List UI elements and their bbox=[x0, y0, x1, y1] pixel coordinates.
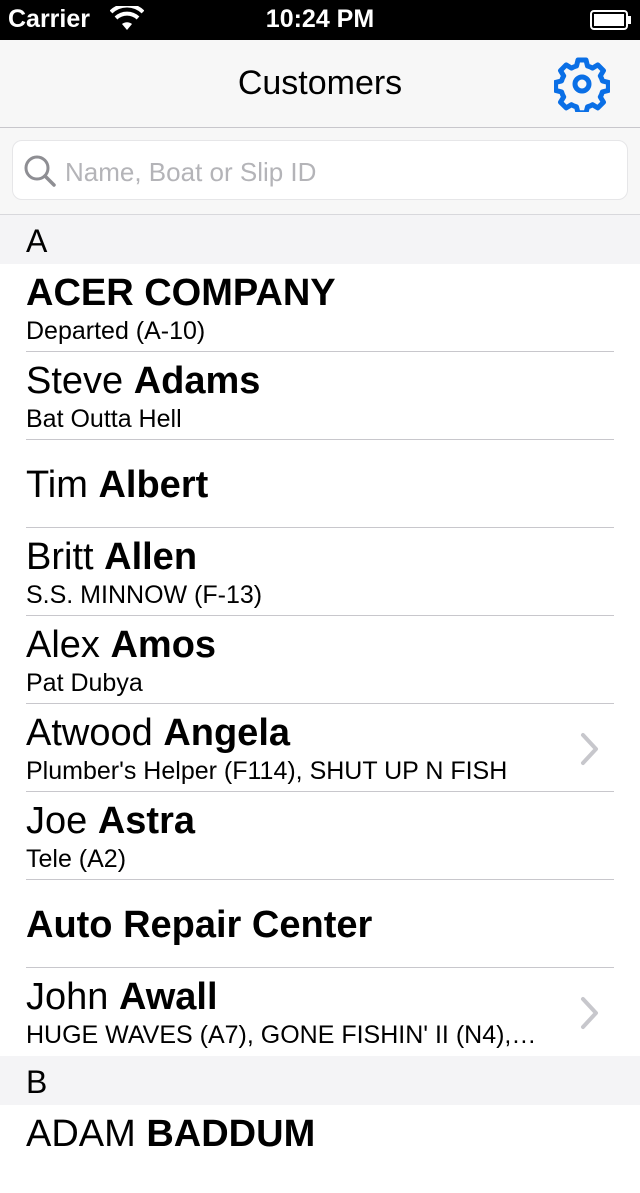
search-input[interactable] bbox=[63, 151, 607, 193]
search-bar bbox=[0, 128, 640, 215]
gear-icon bbox=[553, 57, 611, 116]
section-header: A bbox=[0, 215, 640, 264]
list-item[interactable]: ADAM BADDUM bbox=[0, 1105, 640, 1193]
list-item[interactable]: John Awall HUGE WAVES (A7), GONE FISHIN'… bbox=[0, 968, 640, 1056]
chevron-right-icon bbox=[580, 996, 600, 1035]
customer-last-name: Amos bbox=[110, 624, 217, 666]
customer-detail: S.S. MINNOW (F-13) bbox=[26, 581, 263, 609]
customer-last-name: Allen bbox=[104, 536, 198, 578]
page-title: Customers bbox=[237, 64, 403, 102]
status-time: 10:24 PM bbox=[265, 5, 375, 33]
battery-icon bbox=[590, 10, 632, 35]
customer-detail: Plumber's Helper (F114), SHUT UP N FISH bbox=[26, 757, 508, 785]
customer-detail: Departed (A-10) bbox=[26, 317, 206, 345]
status-bar: Carrier 10:24 PM bbox=[0, 0, 640, 40]
list-item[interactable]: Tim Albert bbox=[0, 440, 640, 528]
customer-first-name: Britt bbox=[26, 536, 94, 578]
customer-detail: Bat Outta Hell bbox=[26, 405, 182, 433]
customer-last-name: ACER COMPANY bbox=[26, 272, 336, 314]
customer-last-name: Auto Repair Center bbox=[26, 904, 373, 946]
customer-first-name: Alex bbox=[26, 624, 100, 666]
list-item[interactable]: Britt Allen S.S. MINNOW (F-13) bbox=[0, 528, 640, 616]
list-item[interactable]: Auto Repair Center bbox=[0, 880, 640, 968]
list-item[interactable]: ACER COMPANY Departed (A-10) bbox=[0, 264, 640, 352]
customer-last-name: Albert bbox=[98, 464, 209, 506]
customer-last-name: Awall bbox=[118, 976, 218, 1018]
customer-detail: Tele (A2) bbox=[26, 845, 127, 873]
customer-first-name: ADAM bbox=[26, 1113, 136, 1155]
customer-name: Auto Repair Center bbox=[26, 904, 372, 947]
section-letter: A bbox=[26, 223, 48, 259]
customer-first-name: John bbox=[26, 976, 109, 1018]
customer-name: John Awall bbox=[26, 976, 218, 1019]
customer-first-name: Tim bbox=[26, 464, 88, 506]
customer-name: Joe Astra bbox=[26, 800, 195, 843]
list-item[interactable]: Steve Adams Bat Outta Hell bbox=[0, 352, 640, 440]
customer-first-name: Atwood bbox=[26, 712, 153, 754]
customer-first-name: Joe bbox=[26, 800, 88, 842]
customer-list: A ACER COMPANY Departed (A-10) Steve Ada… bbox=[0, 215, 640, 1193]
list-item[interactable]: Atwood Angela Plumber's Helper (F114), S… bbox=[0, 704, 640, 792]
customer-last-name: Adams bbox=[133, 360, 261, 402]
navigation-bar: Customers bbox=[0, 40, 640, 128]
customer-name: ACER COMPANY bbox=[26, 272, 336, 315]
customer-first-name: Steve bbox=[26, 360, 124, 402]
search-icon bbox=[23, 154, 57, 193]
customer-detail: Pat Dubya bbox=[26, 669, 143, 697]
customer-last-name: Astra bbox=[97, 800, 195, 842]
section-letter: B bbox=[26, 1064, 48, 1100]
search-field[interactable] bbox=[12, 140, 628, 200]
customer-last-name: Angela bbox=[163, 712, 291, 754]
customer-detail: HUGE WAVES (A7), GONE FISHIN' II (N4),… bbox=[26, 1021, 537, 1049]
customer-name: Alex Amos bbox=[26, 624, 216, 667]
section-header: B bbox=[0, 1056, 640, 1105]
chevron-right-icon bbox=[580, 732, 600, 771]
customer-name: ADAM BADDUM bbox=[26, 1113, 315, 1156]
list-item[interactable]: Alex Amos Pat Dubya bbox=[0, 616, 640, 704]
customer-name: Tim Albert bbox=[26, 464, 208, 507]
customer-name: Steve Adams bbox=[26, 360, 260, 403]
customer-name: Atwood Angela bbox=[26, 712, 290, 755]
customer-name: Britt Allen bbox=[26, 536, 197, 579]
customer-last-name: BADDUM bbox=[146, 1113, 316, 1155]
settings-button[interactable] bbox=[553, 56, 611, 116]
list-item[interactable]: Joe Astra Tele (A2) bbox=[0, 792, 640, 880]
